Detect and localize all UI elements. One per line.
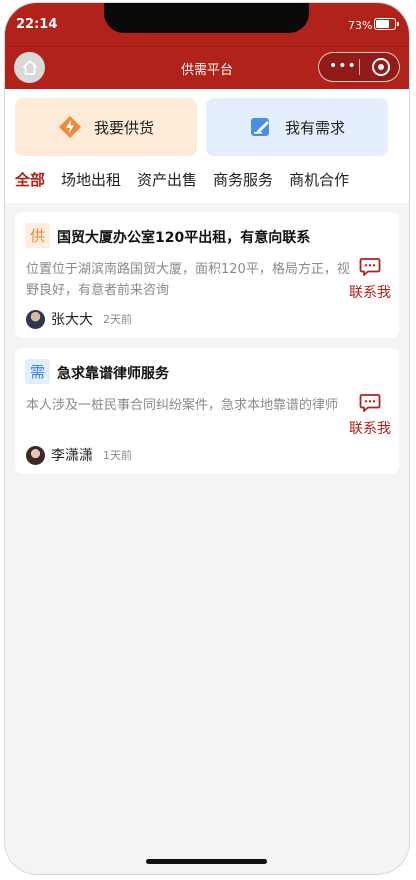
post-time: 2天前 [103, 313, 132, 326]
close-miniprogram-icon[interactable] [372, 58, 390, 76]
contact-button[interactable]: 联系我 [349, 393, 391, 438]
post-card[interactable]: 需 急求靠谱律师服务 本人涉及一桩民事合同纠纷案件，急求本地靠谱的律师 联系我 … [15, 348, 399, 474]
status-time: 22:14 [16, 17, 58, 32]
tab-all[interactable]: 全部 [15, 169, 45, 190]
post-card[interactable]: 供 国贸大厦办公室120平出租，有意向联系 位置位于湖滨南路国贸大厦，面积120… [15, 212, 399, 338]
contact-label: 联系我 [349, 285, 391, 301]
phone-frame: 22:14 73% 供需平台 ••• 我要供货 我有需求 全部 场地出租 资产出… [5, 3, 409, 874]
battery-percent: 73% [348, 19, 373, 32]
tab-business-cooperation[interactable]: 商机合作 [289, 169, 349, 190]
chat-icon [359, 258, 381, 276]
post-title: 急求靠谱律师服务 [57, 366, 169, 382]
tab-venue-rental[interactable]: 场地出租 [61, 169, 121, 190]
battery-icon [374, 18, 399, 30]
post-time: 1天前 [103, 449, 132, 462]
contact-label: 联系我 [349, 421, 391, 437]
capsule-divider [359, 59, 360, 75]
supply-tag: 供 [25, 223, 50, 248]
author-name: 李潇潇 [51, 448, 93, 464]
post-title: 国贸大厦办公室120平出租，有意向联系 [57, 230, 311, 246]
contact-button[interactable]: 联系我 [349, 257, 391, 302]
tab-asset-sale[interactable]: 资产出售 [137, 169, 197, 190]
post-description: 本人涉及一桩民事合同纠纷案件，急求本地靠谱的律师 [26, 398, 339, 413]
tab-business-service[interactable]: 商务服务 [213, 169, 273, 190]
author-name: 张大大 [51, 312, 93, 328]
supply-button[interactable]: 我要供货 [15, 98, 197, 156]
notch [104, 3, 309, 33]
home-indicator [146, 859, 267, 864]
avatar [26, 445, 45, 465]
edit-note-icon [249, 115, 273, 139]
supply-button-label: 我要供货 [93, 118, 154, 137]
chat-icon [359, 394, 381, 412]
post-description: 位置位于湖滨南路国贸大厦，面积120平，格局方正，视野良好，有意者前来咨询 [26, 262, 350, 298]
app-header: 22:14 73% 供需平台 ••• [5, 3, 409, 89]
post-author: 李潇潇 1天前 [26, 445, 132, 465]
demand-button[interactable]: 我有需求 [206, 98, 388, 156]
nav-divider [5, 46, 409, 47]
top-section: 我要供货 我有需求 全部 场地出租 资产出售 商务服务 商机合作 [5, 89, 409, 203]
more-menu-button[interactable]: ••• [329, 59, 357, 73]
lightning-tag-icon [58, 115, 82, 139]
avatar [26, 309, 45, 329]
demand-button-label: 我有需求 [284, 118, 345, 137]
post-author: 张大大 2天前 [26, 309, 132, 329]
miniprogram-capsule: ••• [318, 52, 400, 82]
category-tabs: 全部 场地出租 资产出售 商务服务 商机合作 [15, 169, 349, 190]
demand-tag: 需 [25, 359, 50, 384]
